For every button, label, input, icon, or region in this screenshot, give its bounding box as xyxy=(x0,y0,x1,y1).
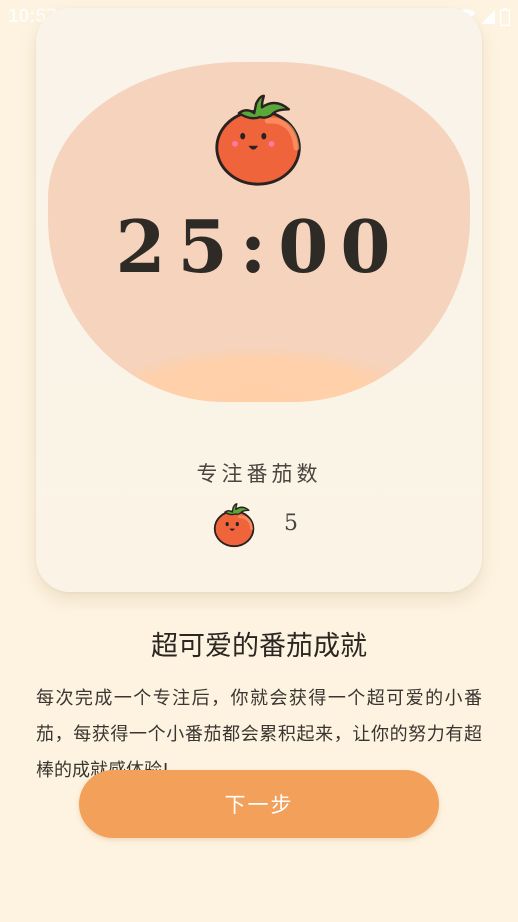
tomato-count-label: 专注番茄数 xyxy=(196,462,322,486)
tomato-icon xyxy=(213,503,255,548)
battery-icon xyxy=(500,8,510,26)
next-step-button[interactable]: 下一步 xyxy=(79,770,439,838)
tomato-count-row: 5 xyxy=(36,502,482,548)
cellular-signal-icon xyxy=(481,10,495,24)
blob-glow xyxy=(98,348,420,402)
tomato-count-value: 5 xyxy=(284,511,298,536)
timer-display: 25:00 xyxy=(115,204,403,289)
tomato-mascot-icon xyxy=(215,94,301,186)
feature-title: 超可爱的番茄成就 xyxy=(151,631,367,662)
pomodoro-preview-card: 25:00 专注番茄数 5 xyxy=(36,8,482,592)
